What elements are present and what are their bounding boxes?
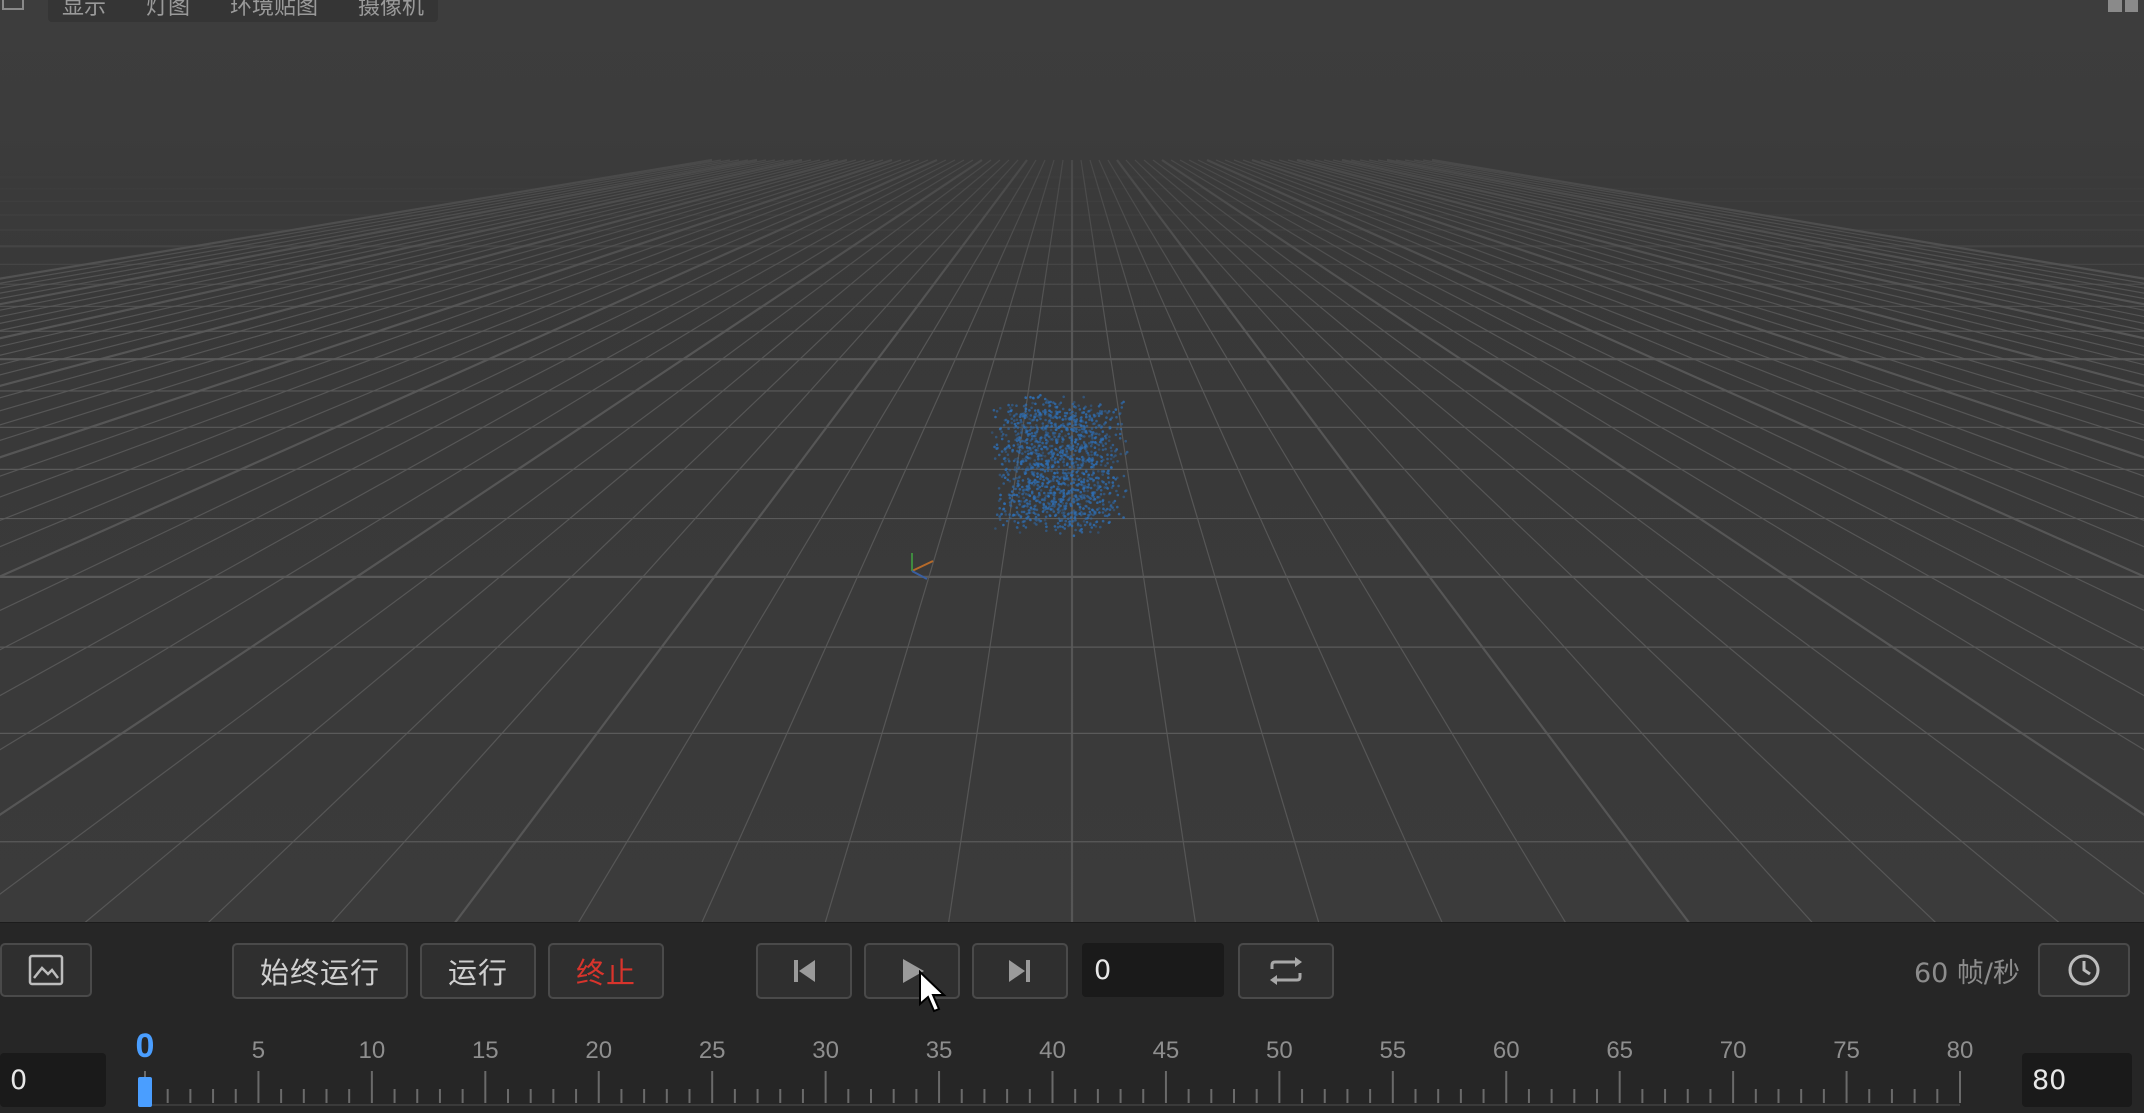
world-axis-gizmo-icon [911,553,934,580]
mouse-cursor-icon [919,970,947,1013]
snapshot-button[interactable] [0,943,92,997]
tick-label: 30 [812,1037,839,1064]
menu-camera[interactable]: 摄像机 [358,0,424,21]
tick-label: 15 [472,1037,499,1064]
playhead-handle[interactable] [138,1077,152,1107]
viewport-frame-icon[interactable] [2,0,24,10]
tick-label: 5 [252,1037,265,1064]
menu-environment-map[interactable]: 环境贴图 [230,0,318,21]
skip-to-start-icon [794,960,815,982]
particle-cube[interactable] [970,390,1170,580]
stop-button[interactable]: 终止 [548,943,664,999]
tick-label: 40 [1039,1037,1066,1064]
current-frame-input[interactable]: 0 [1082,943,1224,997]
image-icon [28,954,64,986]
first-frame-button[interactable] [756,943,852,999]
tick-label: 65 [1606,1037,1633,1064]
tick-label: 45 [1153,1037,1180,1064]
loop-button[interactable] [1238,943,1334,999]
tick-label: 80 [1947,1037,1974,1064]
layout-icon[interactable] [2108,0,2138,12]
skip-to-end-icon [1009,960,1030,982]
tick-label: 60 [1493,1037,1520,1064]
always-run-button[interactable]: 始终运行 [232,943,408,999]
clock-icon [2068,954,2100,986]
loop-icon [1270,957,1302,985]
menu-lights[interactable]: 灯图 [146,0,190,21]
fps-label: 60 帧/秒 [1913,958,2020,989]
last-frame-button[interactable] [972,943,1068,999]
tick-label: 35 [926,1037,953,1064]
menu-display[interactable]: 显示 [62,0,106,21]
run-button[interactable]: 运行 [420,943,536,999]
tick-label: 25 [699,1037,726,1064]
tick-label: 75 [1833,1037,1860,1064]
timeline-ruler[interactable]: 5 10 15 20 25 30 35 40 45 50 55 60 65 70 75 80 0 [128,1013,1988,1113]
tick-label: 10 [359,1037,386,1064]
range-start-input[interactable]: 0 [0,1053,106,1107]
playback-panel: 始终运行 运行 终止 0 60 帧/秒 0 510 15 20 25 30 35… [0,922,2144,1113]
current-frame-label: 0 [136,1027,155,1065]
tick-label: 50 [1266,1037,1293,1064]
tick-label: 20 [585,1037,612,1064]
viewport-menu-bar: 显示 灯图 环境贴图 摄像机 [48,0,439,22]
range-end-input[interactable]: 80 [2022,1053,2132,1107]
tick-label: 55 [1379,1037,1406,1064]
3d-viewport[interactable]: 显示 灯图 环境贴图 摄像机 [0,0,2144,922]
tick-label: 70 [1720,1037,1747,1064]
playback-speed-button[interactable] [2038,943,2130,997]
